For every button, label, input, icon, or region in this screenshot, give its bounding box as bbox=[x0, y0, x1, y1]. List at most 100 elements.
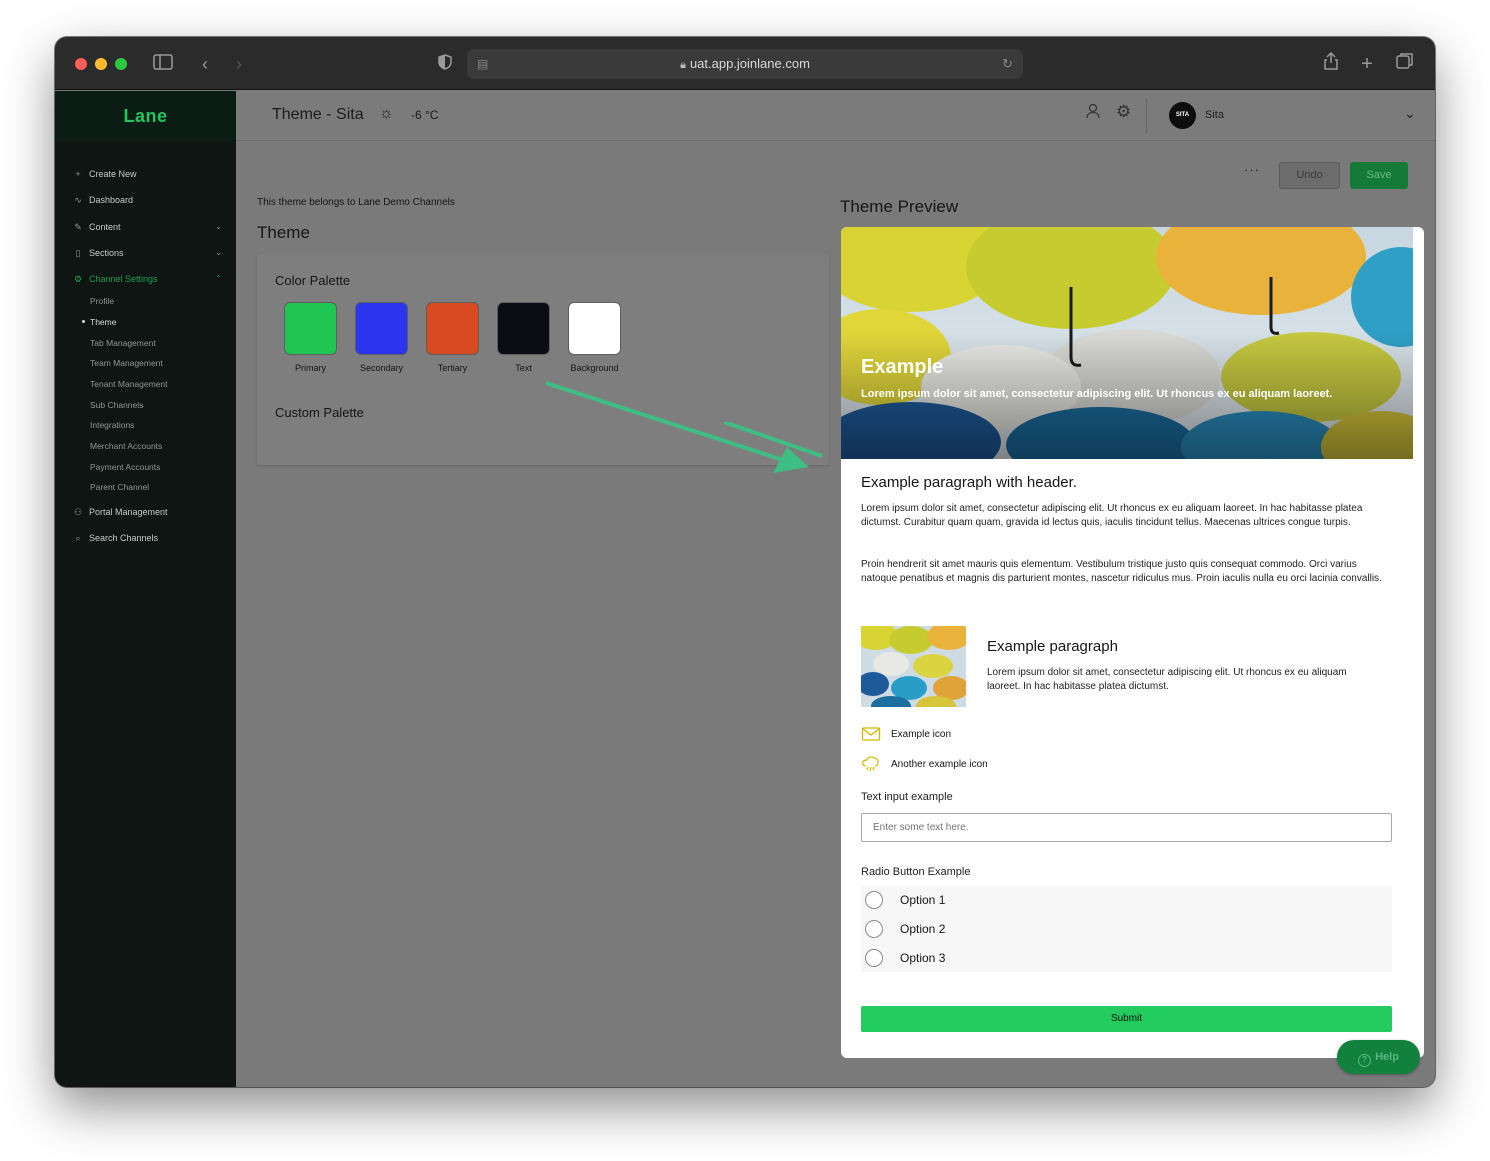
question-icon: ? bbox=[1358, 1054, 1372, 1067]
browser-window: ‹ › ▤ 🔒︎ uat.app.joinlane.com ↻ + Lane + C… bbox=[55, 37, 1435, 1087]
share-icon[interactable] bbox=[1319, 51, 1343, 76]
sun-icon: ☼ bbox=[379, 105, 394, 122]
sidebar-toggle-icon[interactable] bbox=[151, 52, 175, 76]
sidebar-subitem-merchant-accounts[interactable]: Merchant Accounts bbox=[90, 439, 162, 453]
swatch-secondary[interactable] bbox=[355, 302, 408, 355]
reload-icon[interactable]: ↻ bbox=[1002, 49, 1013, 79]
paragraph-text: Proin hendrerit sit amet mauris quis ele… bbox=[861, 559, 1382, 584]
zoom-window-button[interactable] bbox=[115, 58, 127, 70]
edit-icon: ✎ bbox=[74, 222, 82, 232]
browser-toolbar: ‹ › ▤ 🔒︎ uat.app.joinlane.com ↻ + bbox=[55, 37, 1435, 90]
sidebar-subitem-tab-management[interactable]: Tab Management bbox=[90, 336, 156, 350]
sidebar-item-search-channels[interactable]: ⌕ Search Channels bbox=[72, 529, 222, 547]
radio-circle[interactable] bbox=[865, 920, 883, 938]
swatch-text[interactable] bbox=[497, 302, 550, 355]
radio-option-1[interactable]: Option 1 bbox=[865, 890, 945, 910]
search-icon: ⌕ bbox=[75, 533, 81, 543]
example-text-input[interactable] bbox=[861, 813, 1392, 842]
sidebar: Lane + Create New ∿ Dashboard ✎ Content ⌄ ▯… bbox=[55, 91, 236, 1087]
new-tab-icon[interactable]: + bbox=[1355, 52, 1379, 76]
sidebar-subitem-tenant-management[interactable]: Tenant Management bbox=[90, 377, 168, 391]
sidebar-item-create-new[interactable]: + Create New bbox=[72, 165, 222, 183]
save-button[interactable]: Save bbox=[1350, 162, 1408, 189]
sidebar-item-sections[interactable]: ▯ Sections ⌄ bbox=[72, 244, 222, 262]
reader-icon[interactable]: ▤ bbox=[477, 49, 488, 79]
sidebar-item-content[interactable]: ✎ Content ⌄ bbox=[72, 218, 222, 236]
temperature: -6 °C bbox=[411, 108, 439, 122]
sidebar-subitem-parent-channel[interactable]: Parent Channel bbox=[90, 480, 149, 494]
hero-subtitle: Lorem ipsum dolor sit amet, consectetur … bbox=[861, 388, 1333, 400]
example-icon-row: Example icon bbox=[861, 725, 951, 743]
hero-image: Example Lorem ipsum dolor sit amet, cons… bbox=[841, 227, 1413, 459]
swatch-tertiary[interactable] bbox=[426, 302, 479, 355]
annotation-arrow-icon bbox=[545, 381, 809, 473]
color-palette-title: Color Palette bbox=[275, 273, 351, 288]
plus-icon: + bbox=[75, 169, 81, 179]
text-input-label: Text input example bbox=[861, 791, 953, 803]
side-paragraph-text: Lorem ipsum dolor sit amet, consectetur … bbox=[987, 667, 1347, 692]
users-icon: ⚇ bbox=[73, 507, 83, 517]
mail-icon bbox=[861, 727, 881, 741]
header-divider bbox=[1146, 99, 1147, 133]
help-button[interactable]: ? Help bbox=[1337, 1040, 1420, 1074]
user-name[interactable]: Sita bbox=[1205, 109, 1224, 121]
cloud-rain-icon bbox=[862, 756, 879, 772]
chevron-down-icon: ⌄ bbox=[215, 248, 222, 257]
sidebar-subitem-payment-accounts[interactable]: Payment Accounts bbox=[90, 460, 160, 474]
umbrellas-thumbnail bbox=[861, 626, 966, 707]
back-icon[interactable]: ‹ bbox=[193, 52, 217, 76]
swatch-background[interactable] bbox=[568, 302, 621, 355]
sidebar-subitem-sub-channels[interactable]: Sub Channels bbox=[90, 398, 143, 412]
tabs-overview-icon[interactable] bbox=[1393, 52, 1417, 76]
sidebar-item-channel-settings[interactable]: ⚙︎ Channel Settings ⌃ bbox=[72, 270, 222, 288]
radio-circle[interactable] bbox=[865, 891, 883, 909]
forward-icon[interactable]: › bbox=[227, 52, 251, 76]
gear-icon[interactable]: ⚙︎ bbox=[1116, 102, 1131, 122]
swatch-label: Tertiary bbox=[437, 363, 468, 373]
user-icon[interactable] bbox=[1086, 103, 1100, 124]
more-options-button[interactable]: ··· bbox=[1244, 162, 1260, 177]
chevron-down-icon[interactable]: ⌄ bbox=[1404, 105, 1416, 122]
radio-group-label: Radio Button Example bbox=[861, 866, 971, 878]
radio-option-2[interactable]: Option 2 bbox=[865, 919, 945, 939]
sidebar-item-portal-management[interactable]: ⚇ Portal Management bbox=[72, 503, 222, 521]
sidebar-subitem-theme[interactable]: Theme bbox=[81, 315, 116, 329]
theme-preview-title: Theme Preview bbox=[840, 197, 959, 216]
app-header: Theme - Sita ☼ -6 °C ⚙︎ SITA Sita ⌄ bbox=[236, 91, 1435, 141]
book-icon: ▯ bbox=[75, 248, 81, 258]
chevron-down-icon: ⌄ bbox=[215, 222, 222, 231]
swatch-label: Primary bbox=[295, 363, 326, 373]
swatch-label: Text bbox=[515, 363, 532, 373]
page-title: Theme - Sita bbox=[272, 106, 364, 123]
address-bar[interactable]: ▤ 🔒︎ uat.app.joinlane.com ↻ bbox=[467, 49, 1023, 79]
umbrellas-image bbox=[841, 227, 1413, 459]
theme-heading: Theme bbox=[257, 223, 310, 242]
sidebar-item-dashboard[interactable]: ∿ Dashboard bbox=[72, 191, 222, 209]
sidebar-subitem-team-management[interactable]: Team Management bbox=[90, 356, 163, 370]
settings-icon: ⚙︎ bbox=[73, 274, 83, 284]
swatch-primary[interactable] bbox=[284, 302, 337, 355]
minimize-window-button[interactable] bbox=[95, 58, 107, 70]
shield-icon[interactable] bbox=[433, 52, 457, 76]
radio-circle[interactable] bbox=[865, 949, 883, 967]
sidebar-subitem-profile[interactable]: Profile bbox=[90, 294, 114, 308]
radio-group: Option 1 Option 2 Option 3 bbox=[861, 886, 1392, 972]
main-content: ··· Undo Save This theme belongs to Lane… bbox=[236, 141, 1435, 1087]
submit-button[interactable]: Submit bbox=[861, 1006, 1392, 1032]
theme-owner-note: This theme belongs to Lane Demo Channels bbox=[257, 197, 455, 208]
paragraph-header: Example paragraph with header. bbox=[861, 474, 1077, 491]
lane-logo[interactable]: Lane bbox=[55, 91, 236, 141]
undo-button[interactable]: Undo bbox=[1279, 162, 1340, 189]
side-paragraph-header: Example paragraph bbox=[987, 638, 1118, 655]
close-window-button[interactable] bbox=[75, 58, 87, 70]
radio-option-3[interactable]: Option 3 bbox=[865, 948, 945, 968]
swatch-label: Background bbox=[570, 363, 619, 373]
thumbnail-image bbox=[861, 626, 966, 707]
theme-preview-panel: Example Lorem ipsum dolor sit amet, cons… bbox=[841, 227, 1424, 1058]
sidebar-subitem-integrations[interactable]: Integrations bbox=[90, 418, 134, 432]
url-text: uat.app.joinlane.com bbox=[689, 56, 810, 71]
avatar[interactable]: SITA bbox=[1169, 102, 1196, 129]
hero-title: Example bbox=[861, 356, 944, 378]
another-icon-row: Another example icon bbox=[861, 755, 988, 773]
custom-palette-title: Custom Palette bbox=[275, 405, 364, 420]
